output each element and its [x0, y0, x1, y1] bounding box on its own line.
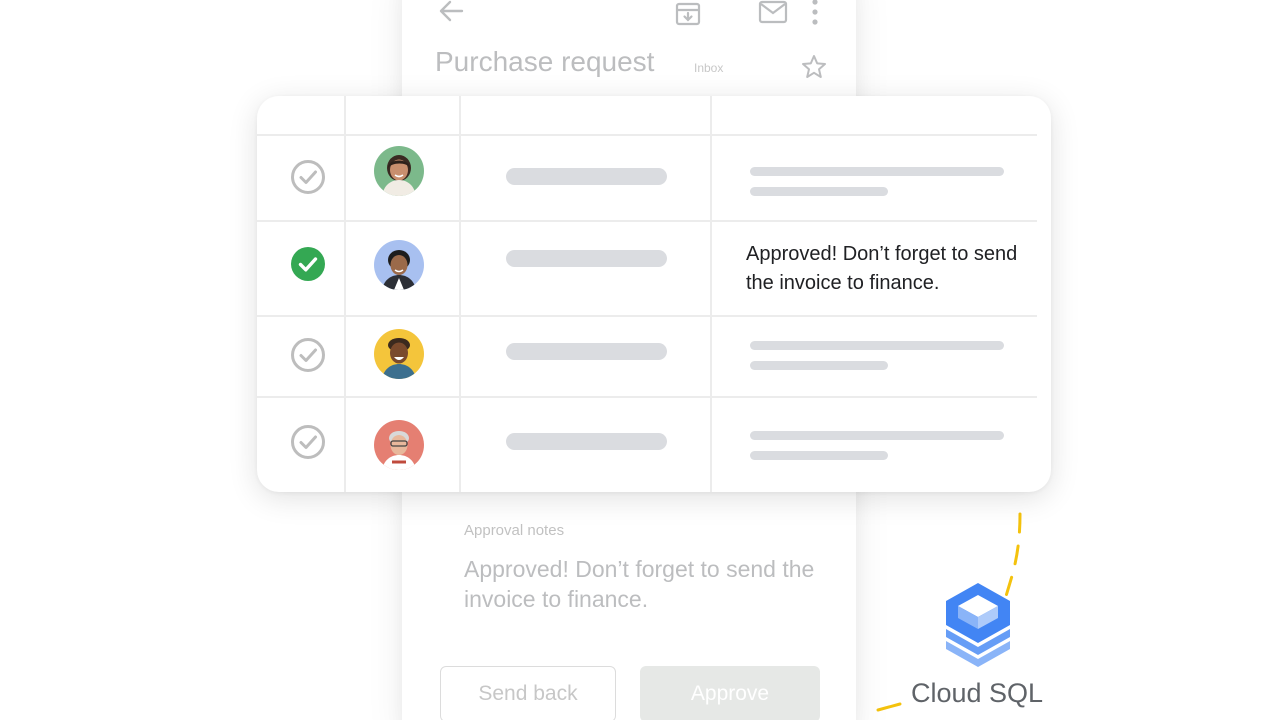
name-placeholder-bar: [506, 433, 667, 450]
note-placeholder-bar: [750, 431, 1004, 440]
table-row[interactable]: [257, 396, 1051, 492]
name-placeholder-bar: [506, 343, 667, 360]
note-placeholder-bar: [750, 361, 888, 370]
stage: Purchase request Inbox Approval notes Ap…: [0, 0, 1279, 720]
back-arrow-icon[interactable]: [436, 0, 466, 24]
table-row[interactable]: [257, 134, 1051, 220]
check-circle-outline-icon[interactable]: [290, 424, 326, 460]
check-circle-filled-icon[interactable]: [290, 246, 326, 282]
avatar: [374, 240, 424, 290]
table-row[interactable]: [257, 315, 1051, 396]
more-vert-icon[interactable]: [808, 0, 822, 26]
send-back-button[interactable]: Send back: [440, 666, 616, 720]
check-circle-outline-icon[interactable]: [290, 337, 326, 373]
star-icon[interactable]: [800, 53, 828, 81]
cloud-sql-label: Cloud SQL: [911, 678, 1044, 708]
mail-icon[interactable]: [758, 0, 788, 24]
avatar: [374, 329, 424, 379]
approval-notes-label: Approval notes: [464, 522, 565, 539]
note-placeholder-bar: [750, 167, 1004, 176]
approval-notes-text[interactable]: Approved! Don’t forget to send the invoi…: [464, 554, 824, 614]
approve-button[interactable]: Approve: [640, 666, 820, 720]
note-placeholder-bar: [750, 341, 1004, 350]
email-subject: Purchase request: [435, 46, 655, 77]
avatar: [374, 146, 424, 196]
avatar: [374, 420, 424, 470]
name-placeholder-bar: [506, 168, 667, 185]
inbox-chip[interactable]: Inbox: [694, 61, 723, 75]
note-text: Approved! Don’t forget to send the invoi…: [746, 243, 1018, 294]
approvals-table: Approved! Don’t forget to send the invoi…: [257, 96, 1051, 492]
note-placeholder-bar: [750, 187, 888, 196]
check-circle-outline-icon[interactable]: [290, 159, 326, 195]
table-row[interactable]: Approved! Don’t forget to send the invoi…: [257, 220, 1051, 315]
note-placeholder-bar: [750, 451, 888, 460]
archive-icon[interactable]: [674, 0, 702, 28]
cloud-sql-icon: [946, 583, 1010, 667]
name-placeholder-bar: [506, 250, 667, 267]
